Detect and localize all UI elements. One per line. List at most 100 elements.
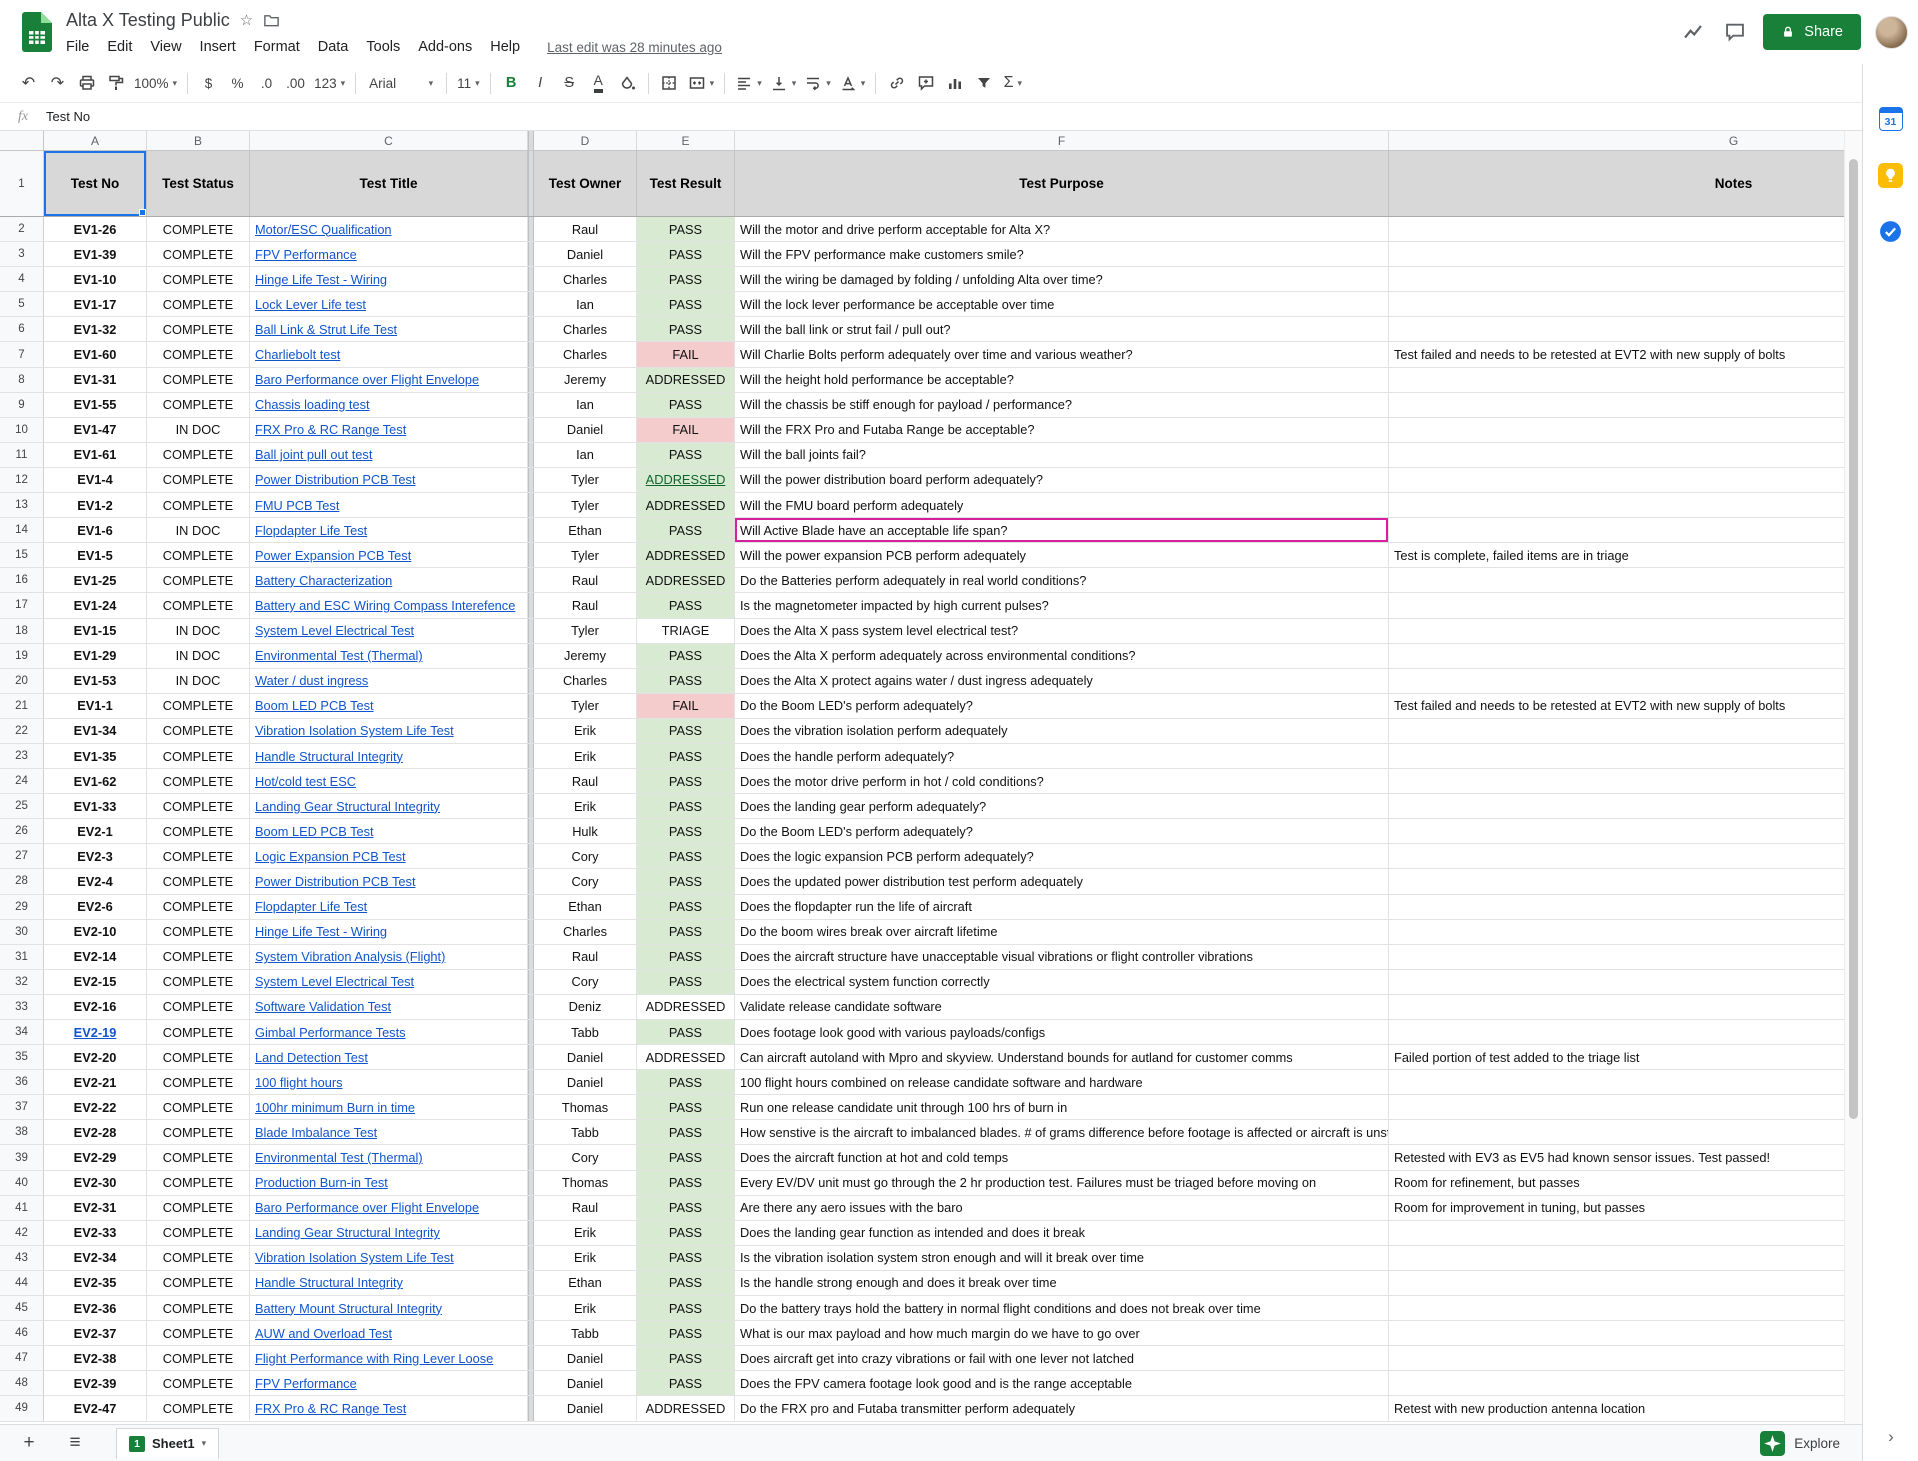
- cell-A13[interactable]: EV1-2: [44, 493, 147, 517]
- cell-F49[interactable]: Do the FRX pro and Futaba transmitter pe…: [735, 1396, 1389, 1420]
- cell-D25[interactable]: Erik: [534, 794, 637, 818]
- row-header-18[interactable]: 18: [0, 619, 44, 643]
- cell-B48[interactable]: COMPLETE: [147, 1371, 250, 1395]
- cell-F13[interactable]: Will the FMU board perform adequately: [735, 493, 1389, 517]
- row-header-5[interactable]: 5: [0, 292, 44, 316]
- cell-E27[interactable]: PASS: [637, 844, 735, 868]
- cell-C26[interactable]: Boom LED PCB Test: [250, 819, 528, 843]
- cell-B37[interactable]: COMPLETE: [147, 1095, 250, 1119]
- cell-F39[interactable]: Does the aircraft function at hot and co…: [735, 1145, 1389, 1169]
- cell-B28[interactable]: COMPLETE: [147, 869, 250, 893]
- cell-B23[interactable]: COMPLETE: [147, 744, 250, 768]
- menu-file[interactable]: File: [57, 37, 98, 57]
- cell-E48[interactable]: PASS: [637, 1371, 735, 1395]
- cell-D13[interactable]: Tyler: [534, 493, 637, 517]
- strikethrough-button[interactable]: S: [555, 70, 584, 97]
- cell-E22[interactable]: PASS: [637, 719, 735, 743]
- cell-B22[interactable]: COMPLETE: [147, 719, 250, 743]
- cell-B49[interactable]: COMPLETE: [147, 1396, 250, 1420]
- row-header-33[interactable]: 33: [0, 995, 44, 1019]
- cell-E39[interactable]: PASS: [637, 1145, 735, 1169]
- row-header-30[interactable]: 30: [0, 920, 44, 944]
- cell-G6[interactable]: [1389, 317, 1844, 341]
- cell-C1[interactable]: Test Title: [250, 151, 528, 216]
- cell-B45[interactable]: COMPLETE: [147, 1296, 250, 1320]
- cell-C39[interactable]: Environmental Test (Thermal): [250, 1145, 528, 1169]
- cell-G28[interactable]: [1389, 869, 1844, 893]
- cell-A10[interactable]: EV1-47: [44, 418, 147, 442]
- cell-G20[interactable]: [1389, 669, 1844, 693]
- cell-F42[interactable]: Does the landing gear function as intend…: [735, 1221, 1389, 1245]
- cell-A12[interactable]: EV1-4: [44, 468, 147, 492]
- keep-icon[interactable]: [1878, 162, 1904, 188]
- fill-color-button[interactable]: [613, 70, 642, 97]
- row-header-29[interactable]: 29: [0, 895, 44, 919]
- cell-D21[interactable]: Tyler: [534, 694, 637, 718]
- cell-E45[interactable]: PASS: [637, 1296, 735, 1320]
- cell-D30[interactable]: Charles: [534, 920, 637, 944]
- cell-F24[interactable]: Does the motor drive perform in hot / co…: [735, 769, 1389, 793]
- cell-E42[interactable]: PASS: [637, 1221, 735, 1245]
- cell-E11[interactable]: PASS: [637, 443, 735, 467]
- vertical-align-button[interactable]: ▾: [766, 70, 801, 97]
- cell-G37[interactable]: [1389, 1095, 1844, 1119]
- cell-A4[interactable]: EV1-10: [44, 267, 147, 291]
- cell-B20[interactable]: IN DOC: [147, 669, 250, 693]
- activity-dashboard-icon[interactable]: [1679, 18, 1707, 46]
- font-select[interactable]: Arial▾: [362, 70, 440, 97]
- cell-B33[interactable]: COMPLETE: [147, 995, 250, 1019]
- avatar[interactable]: [1875, 16, 1908, 49]
- cell-E4[interactable]: PASS: [637, 267, 735, 291]
- row-header-39[interactable]: 39: [0, 1145, 44, 1169]
- menu-edit[interactable]: Edit: [98, 37, 141, 57]
- cell-G14[interactable]: [1389, 518, 1844, 542]
- row-header-34[interactable]: 34: [0, 1020, 44, 1044]
- cell-F15[interactable]: Will the power expansion PCB perform ade…: [735, 543, 1389, 567]
- cell-G7[interactable]: Test failed and needs to be retested at …: [1389, 342, 1844, 366]
- cell-D8[interactable]: Jeremy: [534, 368, 637, 392]
- cell-D14[interactable]: Ethan: [534, 518, 637, 542]
- cell-D42[interactable]: Erik: [534, 1221, 637, 1245]
- cell-E14[interactable]: PASS: [637, 518, 735, 542]
- cell-B12[interactable]: COMPLETE: [147, 468, 250, 492]
- cell-C9[interactable]: Chassis loading test: [250, 393, 528, 417]
- cell-B17[interactable]: COMPLETE: [147, 593, 250, 617]
- cell-F19[interactable]: Does the Alta X perform adequately acros…: [735, 644, 1389, 668]
- column-header-A[interactable]: A: [44, 131, 147, 150]
- cell-G3[interactable]: [1389, 242, 1844, 266]
- select-all-corner[interactable]: [0, 131, 44, 150]
- cell-B41[interactable]: COMPLETE: [147, 1196, 250, 1220]
- cell-C33[interactable]: Software Validation Test: [250, 995, 528, 1019]
- cell-D15[interactable]: Tyler: [534, 543, 637, 567]
- cell-G47[interactable]: [1389, 1346, 1844, 1370]
- column-header-E[interactable]: E: [637, 131, 735, 150]
- menu-help[interactable]: Help: [481, 37, 529, 57]
- row-header-48[interactable]: 48: [0, 1371, 44, 1395]
- bold-button[interactable]: B: [497, 70, 526, 97]
- cell-C15[interactable]: Power Expansion PCB Test: [250, 543, 528, 567]
- cell-D41[interactable]: Raul: [534, 1196, 637, 1220]
- cell-A35[interactable]: EV2-20: [44, 1045, 147, 1069]
- menu-insert[interactable]: Insert: [191, 37, 245, 57]
- text-wrap-button[interactable]: ▾: [800, 70, 835, 97]
- cell-C25[interactable]: Landing Gear Structural Integrity: [250, 794, 528, 818]
- cell-E15[interactable]: ADDRESSED: [637, 543, 735, 567]
- cell-C8[interactable]: Baro Performance over Flight Envelope: [250, 368, 528, 392]
- cell-C6[interactable]: Ball Link & Strut Life Test: [250, 317, 528, 341]
- cell-E12[interactable]: ADDRESSED: [637, 468, 735, 492]
- cell-E20[interactable]: PASS: [637, 669, 735, 693]
- row-header-46[interactable]: 46: [0, 1321, 44, 1345]
- cell-A43[interactable]: EV2-34: [44, 1246, 147, 1270]
- cell-G38[interactable]: [1389, 1120, 1844, 1144]
- cell-C27[interactable]: Logic Expansion PCB Test: [250, 844, 528, 868]
- cell-F9[interactable]: Will the chassis be stiff enough for pay…: [735, 393, 1389, 417]
- cell-A45[interactable]: EV2-36: [44, 1296, 147, 1320]
- last-edit-link[interactable]: Last edit was 28 minutes ago: [547, 40, 722, 55]
- cell-G23[interactable]: [1389, 744, 1844, 768]
- column-header-D[interactable]: D: [534, 131, 637, 150]
- cell-G44[interactable]: [1389, 1271, 1844, 1295]
- row-header-20[interactable]: 20: [0, 669, 44, 693]
- row-header-3[interactable]: 3: [0, 242, 44, 266]
- cell-F31[interactable]: Does the aircraft structure have unaccep…: [735, 945, 1389, 969]
- format-currency-button[interactable]: $: [194, 70, 223, 97]
